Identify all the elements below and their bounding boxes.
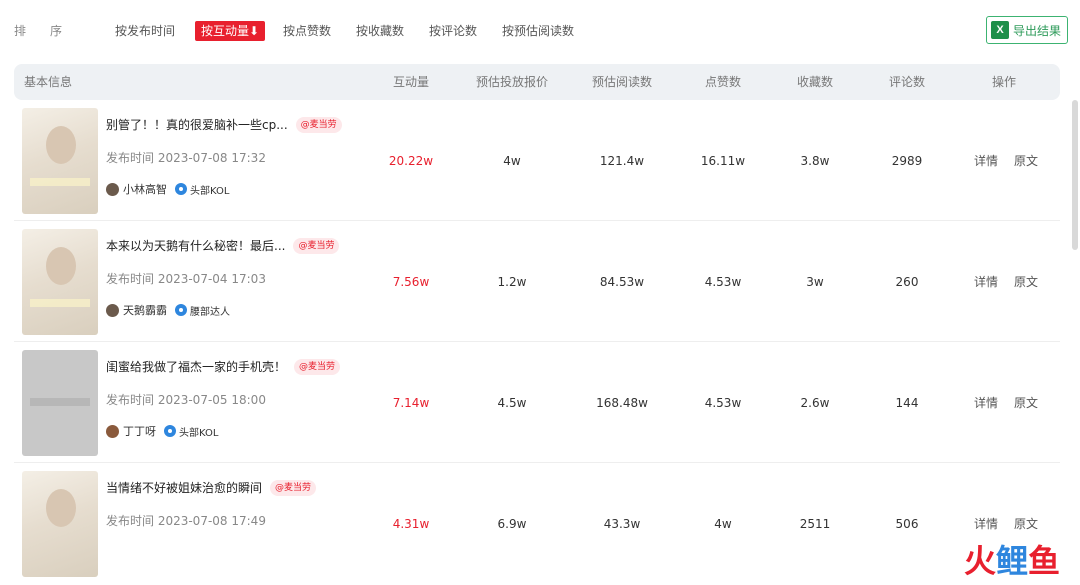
author-name[interactable]: 小林高智 — [123, 181, 167, 197]
author-name[interactable]: 丁丁呀 — [123, 423, 156, 439]
post-thumbnail[interactable] — [22, 229, 98, 335]
cell-price: 4.5w — [497, 396, 527, 410]
cell-reads: 121.4w — [599, 154, 645, 168]
cell-price: 6.9w — [497, 517, 527, 531]
cell-likes: 4w — [714, 517, 732, 531]
cell-comments: 506 — [895, 517, 919, 531]
kol-badge-icon — [175, 304, 187, 316]
publish-time: 发布时间 2023-07-04 17:03 — [106, 272, 266, 286]
author-info: 小林高智 头部KOL — [106, 181, 229, 197]
author-level: 头部KOL — [190, 185, 230, 197]
sort-by-favorites[interactable]: 按收藏数 — [356, 21, 404, 41]
post-thumbnail[interactable] — [22, 471, 98, 577]
kol-badge-icon — [164, 425, 176, 437]
kol-badge-icon — [175, 183, 187, 195]
sort-by-comments[interactable]: 按评论数 — [429, 21, 477, 41]
original-link[interactable]: 原文 — [1014, 101, 1038, 221]
detail-link[interactable]: 详情 — [974, 222, 998, 342]
header-comments[interactable]: 评论数 — [872, 64, 942, 100]
table-row: 别管了！！真的很爱脑补一些cp... @麦当劳 发布时间 2023-07-08 1… — [14, 101, 1060, 221]
brand-tag: @麦当劳 — [270, 480, 317, 496]
post-title[interactable]: 当情绪不好被姐妹治愈的瞬间 @麦当劳 — [106, 479, 317, 496]
author-info: 丁丁呀 头部KOL — [106, 423, 218, 439]
logo-char: 鲤 — [995, 542, 1028, 580]
publish-time: 发布时间 2023-07-08 17:49 — [106, 514, 266, 528]
sort-bar: 排序 按发布时间 按互动量⬇ 按点赞数 按收藏数 按评论数 按预估阅读数 X 导… — [0, 0, 1080, 62]
sort-by-publish-time[interactable]: 按发布时间 — [115, 21, 175, 41]
brand-tag: @麦当劳 — [295, 117, 342, 133]
detail-link[interactable]: 详情 — [974, 343, 998, 463]
avatar[interactable] — [106, 303, 119, 317]
table-row: 本来以为天鹅有什么秘密！最后... @麦当劳 发布时间 2023-07-04 17… — [14, 222, 1060, 342]
cell-favorites: 2511 — [799, 517, 831, 531]
header-price[interactable]: 预估投放报价 — [464, 64, 560, 100]
cell-reads: 84.53w — [599, 275, 645, 289]
header-reads[interactable]: 预估阅读数 — [579, 64, 665, 100]
sort-by-likes[interactable]: 按点赞数 — [283, 21, 331, 41]
original-link[interactable]: 原文 — [1014, 343, 1038, 463]
post-thumbnail[interactable] — [22, 350, 98, 456]
cell-favorites: 3.8w — [800, 154, 830, 168]
avatar[interactable] — [106, 182, 119, 196]
header-likes[interactable]: 点赞数 — [690, 64, 756, 100]
author-name[interactable]: 天鹅霸霸 — [123, 302, 167, 318]
author-level: 头部KOL — [179, 427, 219, 439]
cell-price: 4w — [503, 154, 521, 168]
author-level: 腰部达人 — [190, 306, 230, 318]
cell-favorites: 2.6w — [800, 396, 830, 410]
post-title[interactable]: 闺蜜给我做了福杰一家的手机壳！ @麦当劳 — [106, 358, 341, 375]
original-link[interactable]: 原文 — [1014, 222, 1038, 342]
export-label: 导出结果 — [1012, 23, 1061, 38]
post-title[interactable]: 本来以为天鹅有什么秘密！最后... @麦当劳 — [106, 237, 340, 254]
publish-time: 发布时间 2023-07-05 18:00 — [106, 393, 266, 407]
cell-interaction: 20.22w — [388, 154, 434, 168]
cell-price: 1.2w — [497, 275, 527, 289]
sort-label: 排序 — [14, 24, 87, 38]
cell-interaction: 4.31w — [392, 517, 430, 531]
brand-logo: 火 鲤 鱼 — [964, 543, 1060, 579]
detail-link[interactable]: 详情 — [974, 101, 998, 221]
cell-favorites: 3w — [806, 275, 824, 289]
export-button[interactable]: X 导出结果 — [985, 16, 1068, 44]
logo-char: 火 — [963, 542, 996, 580]
table-header: 基本信息 互动量 预估投放报价 预估阅读数 点赞数 收藏数 评论数 操作 — [14, 64, 1060, 100]
header-basic-info: 基本信息 — [24, 75, 73, 89]
sort-by-estimated-reads[interactable]: 按预估阅读数 — [502, 21, 574, 41]
brand-tag: @麦当劳 — [294, 359, 341, 375]
logo-char: 鱼 — [1027, 542, 1060, 580]
cell-reads: 43.3w — [603, 517, 641, 531]
avatar[interactable] — [106, 424, 119, 438]
cell-interaction: 7.56w — [392, 275, 430, 289]
header-interaction[interactable]: 互动量 — [376, 64, 446, 100]
brand-tag: @麦当劳 — [293, 238, 340, 254]
publish-time: 发布时间 2023-07-08 17:32 — [106, 151, 266, 165]
post-thumbnail[interactable] — [22, 108, 98, 214]
cell-reads: 168.48w — [596, 396, 648, 410]
cell-interaction: 7.14w — [392, 396, 430, 410]
cell-comments: 144 — [895, 396, 919, 410]
cell-comments: 260 — [895, 275, 919, 289]
header-favorites[interactable]: 收藏数 — [780, 64, 850, 100]
header-action: 操作 — [991, 75, 1016, 89]
author-info: 天鹅霸霸 腰部达人 — [106, 302, 230, 318]
excel-icon: X — [990, 21, 1009, 39]
table-row: 当情绪不好被姐妹治愈的瞬间 @麦当劳 发布时间 2023-07-08 17:49 … — [14, 464, 1060, 584]
cell-likes: 16.11w — [700, 154, 746, 168]
table-row: 闺蜜给我做了福杰一家的手机壳！ @麦当劳 发布时间 2023-07-05 18:0… — [14, 343, 1060, 463]
sort-by-interaction[interactable]: 按互动量⬇ — [195, 21, 266, 41]
cell-likes: 4.53w — [704, 275, 742, 289]
cell-comments: 2989 — [891, 154, 923, 168]
post-title[interactable]: 别管了！！真的很爱脑补一些cp... @麦当劳 — [106, 116, 342, 133]
vertical-scrollbar[interactable] — [1072, 100, 1078, 250]
cell-likes: 4.53w — [704, 396, 742, 410]
